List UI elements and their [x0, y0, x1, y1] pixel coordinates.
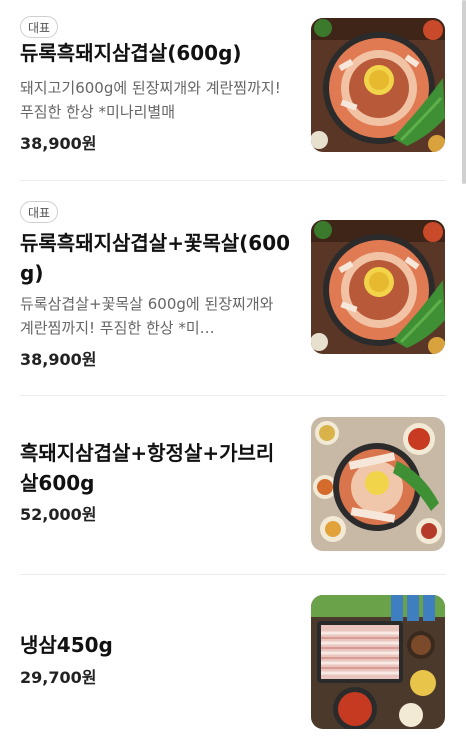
menu-item-description: 듀록삼겹살+꽃목살 600g에 된장찌개와 계란찜까지! 푸짐한 한상 *미…	[20, 295, 274, 337]
grilled-pork-platter-image	[311, 220, 445, 354]
menu-item-name: 듀록흑돼지삼겹살+꽃목살(600g)	[20, 231, 291, 285]
menu-item-price: 38,900원	[20, 350, 97, 369]
menu-item-price: 38,900원	[20, 134, 97, 153]
menu-item-description: 돼지고기600g에 된장찌개와 계란찜까지! 푸짐한 한상 *미나리별매	[20, 79, 281, 121]
grilled-pork-platter-image	[311, 18, 445, 152]
frozen-pork-belly-image	[311, 595, 445, 729]
menu-item-name: 냉삼450g	[20, 633, 113, 657]
scrollbar[interactable]	[462, 0, 466, 184]
menu-item[interactable]: 냉삼450g 29,700원	[0, 575, 466, 736]
menu-item[interactable]: 흑돼지삼겹살+항정살+가브리살600g 52,000원	[0, 396, 466, 574]
menu-item-name: 흑돼지삼겹살+항정살+가브리살600g	[20, 441, 275, 495]
menu-item-name: 듀록흑돼지삼겹살(600g)	[20, 41, 242, 65]
menu-item[interactable]: 대표 듀록흑돼지삼겹살+꽃목살(600g) 듀록삼겹살+꽃목살 600g에 된장…	[0, 181, 466, 395]
menu-item[interactable]: 대표 듀록흑돼지삼겹살(600g) 돼지고기600g에 된장찌개와 계란찜까지!…	[0, 0, 466, 180]
menu-item-price: 29,700원	[20, 668, 97, 687]
pork-combo-platter-image	[311, 417, 445, 551]
menu-item-price: 52,000원	[20, 505, 97, 524]
signature-badge: 대표	[20, 16, 59, 38]
menu-list: 대표 듀록흑돼지삼겹살(600g) 돼지고기600g에 된장찌개와 계란찜까지!…	[0, 0, 466, 736]
signature-badge: 대표	[20, 201, 59, 223]
